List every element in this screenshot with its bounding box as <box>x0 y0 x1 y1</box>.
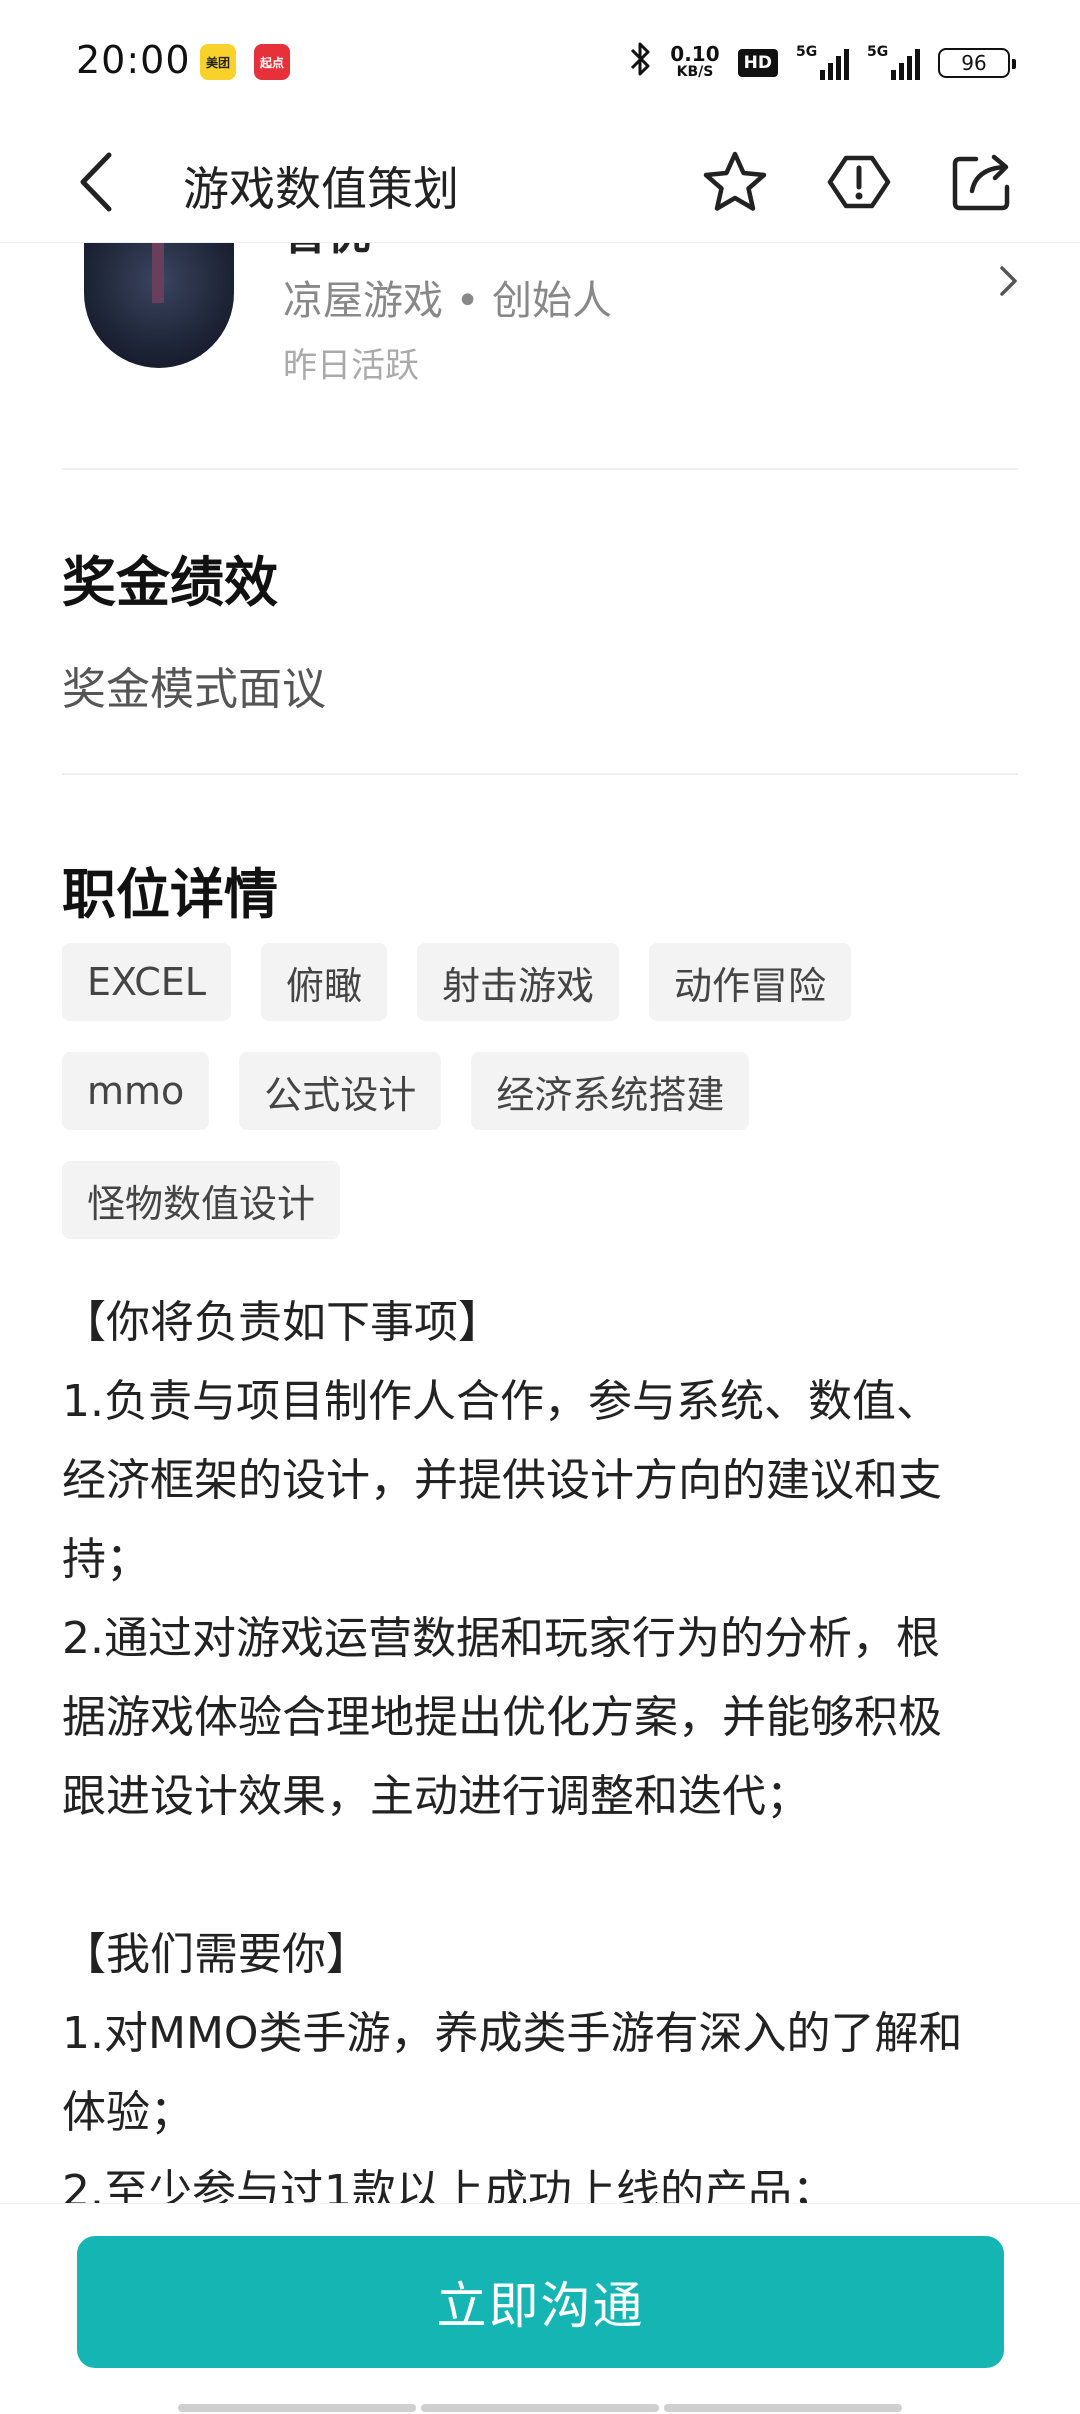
network-speed: 0.10 KB/S <box>670 42 720 81</box>
description-line: 2.通过对游戏运营数据和玩家行为的分析，根 <box>62 1613 940 1664</box>
skill-tag: 射击游戏 <box>417 943 620 1021</box>
top-nav-bar: 游戏数值策划 <box>0 125 1080 243</box>
tag-row: 怪物数值设计 <box>62 1161 1022 1239</box>
divider <box>62 468 1018 470</box>
description-line: 【你将负责如下事项】 <box>62 1297 502 1348</box>
skill-tag: 动作冒险 <box>649 943 852 1021</box>
status-indicators: 0.10 KB/S HD 5G 5G 96 <box>630 40 1016 86</box>
share-button[interactable] <box>945 145 1019 219</box>
description-line: 1.对MMO类手游，养成类手游有深入的了解和 <box>62 2008 963 2059</box>
skill-tag: EXCEL <box>62 943 231 1021</box>
network-speed-value: 0.10 <box>670 42 720 66</box>
skill-tag: 经济系统搭建 <box>471 1052 750 1130</box>
network-speed-unit: KB/S <box>676 64 714 80</box>
share-icon <box>952 154 1010 211</box>
chat-now-button[interactable]: 立即沟通 <box>77 2236 1004 2368</box>
description-line: 【我们需要你】 <box>62 1929 370 1980</box>
gesture-bar[interactable] <box>178 2404 416 2412</box>
warning-icon <box>827 155 891 209</box>
details-section-title: 职位详情 <box>62 863 278 926</box>
skill-tag: 俯瞰 <box>261 943 388 1021</box>
description-line: 体验； <box>62 2087 194 2138</box>
signal-1-label: 5G <box>796 44 818 60</box>
description-line: 1.负责与项目制作人合作，参与系统、数值、 <box>62 1376 940 1427</box>
qidian-app-icon: 起点 <box>254 44 290 80</box>
description-line: 跟进设计效果，主动进行调整和迭代； <box>62 1771 810 1822</box>
description-line: 2.至少参与过1款以上成功上线的产品； <box>62 2166 836 2203</box>
skill-tag: mmo <box>62 1052 210 1130</box>
description-line: 据游戏体验合理地提出优化方案，并能够积极 <box>62 1692 942 1743</box>
status-bar: 20:00 美团 起点 0.10 KB/S HD 5G 5G 96 <box>0 0 1080 125</box>
tag-row: mmo 公式设计 经济系统搭建 <box>62 1052 1022 1130</box>
report-button[interactable] <box>822 145 896 219</box>
meituan-app-icon: 美团 <box>200 44 236 80</box>
skill-tag: 怪物数值设计 <box>62 1161 341 1239</box>
description-line <box>62 1836 1022 1915</box>
chevron-right-icon <box>1000 266 1017 296</box>
bonus-section-title: 奖金绩效 <box>62 551 278 614</box>
page-title: 游戏数值策划 <box>183 162 459 216</box>
star-icon <box>703 151 767 211</box>
battery-level: 96 <box>961 51 987 75</box>
battery-icon: 96 <box>938 48 1016 78</box>
favorite-button[interactable] <box>698 145 772 219</box>
signal-strength-icon-2: 5G <box>867 44 920 80</box>
bonus-description: 奖金模式面议 <box>62 664 326 715</box>
bluetooth-icon <box>630 41 652 86</box>
description-line: 经济框架的设计，并提供设计方向的建议和支 <box>62 1455 942 1506</box>
back-button[interactable] <box>62 147 132 217</box>
chevron-left-icon <box>80 152 112 212</box>
description-line: 持； <box>62 1534 150 1585</box>
signal-2-label: 5G <box>867 44 889 60</box>
tag-row: EXCEL 俯瞰 射击游戏 动作冒险 <box>62 943 1022 1021</box>
recruiter-card[interactable]: 曾优 凉屋游戏 • 创始人 昨日活跃 <box>0 243 1080 468</box>
avatar <box>84 243 234 368</box>
job-description: 【你将负责如下事项】 1.负责与项目制作人合作，参与系统、数值、 经济框架的设计… <box>62 1283 1022 2203</box>
recruiter-name: 曾优 <box>283 243 371 262</box>
gesture-bar[interactable] <box>421 2404 659 2412</box>
gesture-bar[interactable] <box>664 2404 902 2412</box>
divider <box>62 773 1018 775</box>
skill-tags: EXCEL 俯瞰 射击游戏 动作冒险 mmo 公式设计 经济系统搭建 怪物数值设… <box>62 943 1022 1270</box>
job-detail-content[interactable]: 曾优 凉屋游戏 • 创始人 昨日活跃 奖金绩效 奖金模式面议 职位详情 EXCE… <box>0 243 1080 2203</box>
hd-volte-icon: HD <box>737 49 778 77</box>
bottom-action-bar: 立即沟通 <box>0 2203 1080 2414</box>
recruiter-company-role: 凉屋游戏 • 创始人 <box>283 278 613 324</box>
recruiter-active-status: 昨日活跃 <box>283 346 419 386</box>
signal-strength-icon-1: 5G <box>796 44 849 80</box>
status-time: 20:00 <box>76 38 191 82</box>
skill-tag: 公式设计 <box>239 1052 442 1130</box>
